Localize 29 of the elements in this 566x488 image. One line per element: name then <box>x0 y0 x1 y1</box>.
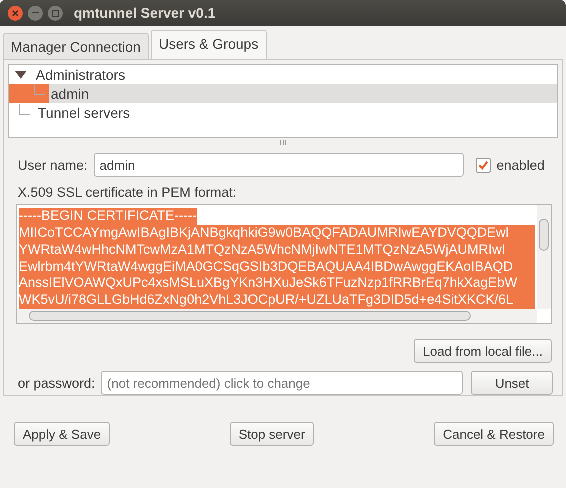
close-icon <box>12 10 19 16</box>
horizontal-scrollbar[interactable] <box>17 309 537 323</box>
password-field[interactable]: (not recommended) click to change <box>101 371 464 395</box>
field-label: User name: <box>18 158 88 173</box>
field-label: X.509 SSL certificate in PEM format: <box>17 184 238 202</box>
field-label: or password: <box>18 376 96 390</box>
checkbox-label: enabled <box>496 158 545 173</box>
window-title: qmtunnel Server v0.1 <box>74 5 216 21</box>
splitter-handle-icon[interactable] <box>280 140 286 145</box>
expander-icon[interactable] <box>15 70 27 80</box>
minimize-button[interactable] <box>28 6 43 20</box>
tab[interactable]: Manager Connection <box>3 33 149 59</box>
load-file-button[interactable]: Load from local file... <box>414 339 552 363</box>
close-button[interactable] <box>8 6 23 20</box>
certificate-text-area[interactable] <box>16 204 552 324</box>
maximize-icon <box>52 10 59 16</box>
tree-item[interactable]: Tunnel servers <box>9 103 557 122</box>
tree-item[interactable]: admin <box>9 84 557 103</box>
maximize-button[interactable] <box>48 6 63 20</box>
checkbox[interactable] <box>476 158 491 173</box>
unset-button[interactable]: Unset <box>471 371 554 395</box>
dialog-button[interactable]: Apply & Save <box>14 422 110 446</box>
tree-item[interactable]: Administrators <box>9 65 557 84</box>
dialog-button[interactable]: Cancel & Restore <box>434 422 554 446</box>
user-name-field[interactable]: admin <box>94 153 464 178</box>
minimize-icon <box>32 12 39 14</box>
tab[interactable]: Users & Groups <box>150 30 267 59</box>
vertical-scrollbar[interactable] <box>537 205 551 309</box>
dialog-button[interactable]: Stop server <box>230 422 314 446</box>
